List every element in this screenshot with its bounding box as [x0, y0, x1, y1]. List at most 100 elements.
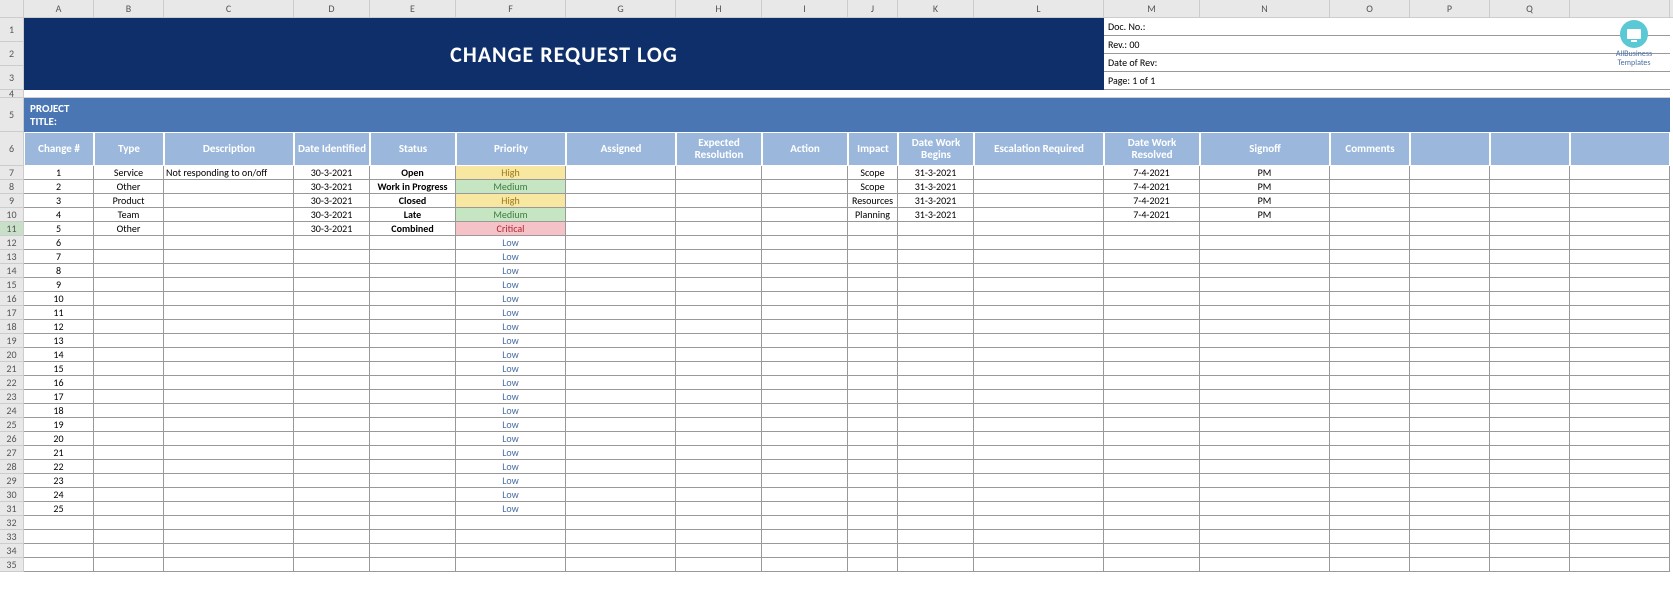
cell-comments[interactable] [1330, 264, 1410, 278]
cell-escalation[interactable] [974, 404, 1104, 418]
cell-signoff[interactable] [1200, 404, 1330, 418]
th-16[interactable] [1490, 132, 1570, 166]
cell-assigned[interactable] [566, 278, 676, 292]
row-header-4[interactable]: 4 [0, 90, 24, 98]
cell-comments[interactable] [1330, 250, 1410, 264]
cell-empty[interactable] [762, 544, 848, 558]
cell-empty[interactable] [1330, 516, 1410, 530]
cell-action[interactable] [762, 250, 848, 264]
cell-action[interactable] [762, 474, 848, 488]
cell-signoff[interactable] [1200, 418, 1330, 432]
cell-priority[interactable]: Medium [456, 180, 566, 194]
cell-date_id[interactable]: 30-3-2021 [294, 194, 370, 208]
row-header-29[interactable]: 29 [0, 474, 24, 488]
cell-signoff[interactable] [1200, 474, 1330, 488]
row-header-21[interactable]: 21 [0, 362, 24, 376]
cell-type[interactable]: Other [94, 222, 164, 236]
cell-expected[interactable] [676, 278, 762, 292]
cell-expected[interactable] [676, 432, 762, 446]
cell-empty[interactable] [1410, 460, 1490, 474]
cell-comments[interactable] [1330, 334, 1410, 348]
cell-empty[interactable] [1410, 194, 1490, 208]
cell-desc[interactable] [164, 502, 294, 516]
cell-escalation[interactable] [974, 180, 1104, 194]
cell-num[interactable]: 7 [24, 250, 94, 264]
cell-begins[interactable] [898, 236, 974, 250]
cell-empty[interactable] [1104, 530, 1200, 544]
cell-empty[interactable] [1490, 376, 1570, 390]
cell-desc[interactable] [164, 180, 294, 194]
cell-num[interactable]: 12 [24, 320, 94, 334]
cell-date_id[interactable] [294, 376, 370, 390]
cell-desc[interactable] [164, 292, 294, 306]
cell-escalation[interactable] [974, 460, 1104, 474]
cell-resolved[interactable] [1104, 250, 1200, 264]
cell-desc[interactable] [164, 236, 294, 250]
cell-desc[interactable] [164, 264, 294, 278]
cell-impact[interactable] [848, 250, 898, 264]
col-header-P[interactable]: P [1410, 0, 1490, 17]
cell-empty[interactable] [456, 530, 566, 544]
cell-begins[interactable]: 31-3-2021 [898, 194, 974, 208]
cell-num[interactable]: 14 [24, 348, 94, 362]
cell-empty[interactable] [164, 516, 294, 530]
cell-escalation[interactable] [974, 306, 1104, 320]
cell-comments[interactable] [1330, 446, 1410, 460]
cell-type[interactable] [94, 460, 164, 474]
cell-impact[interactable] [848, 236, 898, 250]
row-header-6[interactable]: 6 [0, 132, 24, 166]
cell-escalation[interactable] [974, 488, 1104, 502]
cell-num[interactable]: 20 [24, 432, 94, 446]
cell-empty[interactable] [1490, 432, 1570, 446]
cell-empty[interactable] [1410, 292, 1490, 306]
cell-date_id[interactable] [294, 362, 370, 376]
cell-empty[interactable] [1490, 460, 1570, 474]
cell-signoff[interactable] [1200, 376, 1330, 390]
cell-escalation[interactable] [974, 376, 1104, 390]
cell-begins[interactable] [898, 446, 974, 460]
cell-type[interactable] [94, 334, 164, 348]
cell-status[interactable]: Work in Progress [370, 180, 456, 194]
col-header-N[interactable]: N [1200, 0, 1330, 17]
cell-empty[interactable] [164, 558, 294, 572]
cell-status[interactable] [370, 376, 456, 390]
cell-empty[interactable] [1490, 362, 1570, 376]
cell-action[interactable] [762, 306, 848, 320]
cell-status[interactable] [370, 334, 456, 348]
cell-resolved[interactable] [1104, 306, 1200, 320]
cell-date_id[interactable] [294, 278, 370, 292]
cell-type[interactable] [94, 488, 164, 502]
cell-assigned[interactable] [566, 250, 676, 264]
col-header-Q[interactable]: Q [1490, 0, 1570, 17]
project-title-bar[interactable]: PROJECT TITLE: [24, 98, 1670, 132]
row-header-31[interactable]: 31 [0, 502, 24, 516]
cell-signoff[interactable] [1200, 250, 1330, 264]
cell-assigned[interactable] [566, 446, 676, 460]
cell-date_id[interactable]: 30-3-2021 [294, 208, 370, 222]
cell-desc[interactable] [164, 390, 294, 404]
cell-begins[interactable] [898, 292, 974, 306]
cell-resolved[interactable] [1104, 418, 1200, 432]
cell-empty[interactable] [1104, 516, 1200, 530]
empty-row-4[interactable] [24, 90, 1670, 98]
cell-impact[interactable] [848, 432, 898, 446]
cell-expected[interactable] [676, 334, 762, 348]
cell-status[interactable] [370, 502, 456, 516]
cell-status[interactable]: Closed [370, 194, 456, 208]
cell-comments[interactable] [1330, 320, 1410, 334]
cell-assigned[interactable] [566, 236, 676, 250]
cell-empty[interactable] [1410, 376, 1490, 390]
cell-escalation[interactable] [974, 418, 1104, 432]
cell-resolved[interactable] [1104, 292, 1200, 306]
cell-empty[interactable] [1570, 264, 1670, 278]
cell-priority[interactable]: Low [456, 348, 566, 362]
row-header-8[interactable]: 8 [0, 180, 24, 194]
cell-num[interactable]: 25 [24, 502, 94, 516]
cell-empty[interactable] [1570, 516, 1670, 530]
cell-expected[interactable] [676, 348, 762, 362]
row-header-24[interactable]: 24 [0, 404, 24, 418]
th-9[interactable]: Impact [848, 132, 898, 166]
cell-empty[interactable] [974, 558, 1104, 572]
cell-empty[interactable] [1490, 530, 1570, 544]
cell-empty[interactable] [1200, 544, 1330, 558]
